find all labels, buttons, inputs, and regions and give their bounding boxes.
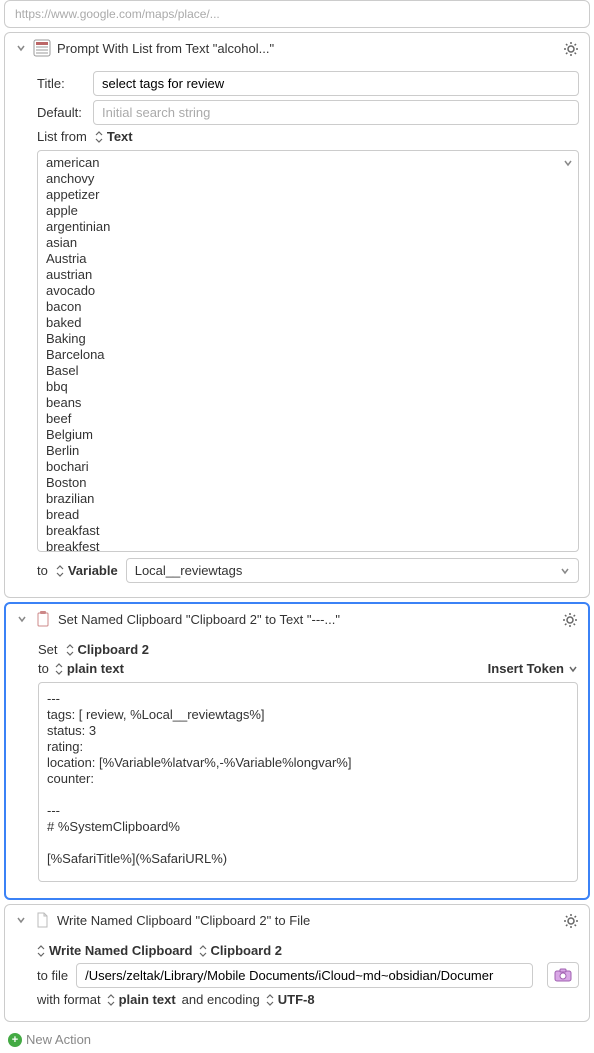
list-items-container[interactable]: americananchovyappetizerappleargentinian… xyxy=(38,151,578,551)
file-picker-button[interactable] xyxy=(547,962,579,988)
updown-icon xyxy=(95,131,103,143)
truncated-action-top: https://www.google.com/maps/place/... xyxy=(4,0,590,28)
list-item: argentinian xyxy=(46,219,570,235)
plus-icon: + xyxy=(8,1033,22,1047)
encoding-label: and encoding xyxy=(182,992,260,1007)
list-item: austrian xyxy=(46,267,570,283)
camera-icon xyxy=(554,968,572,982)
to-value: Variable xyxy=(68,563,118,578)
list-item: brazilian xyxy=(46,491,570,507)
action-title: Set Named Clipboard "Clipboard 2" to Tex… xyxy=(58,612,340,627)
panel-header: Prompt With List from Text "alcohol..." xyxy=(5,33,589,63)
list-item: baked xyxy=(46,315,570,331)
list-item: appetizer xyxy=(46,187,570,203)
list-from-value: Text xyxy=(107,129,133,144)
new-action-button[interactable]: + New Action xyxy=(4,1026,590,1053)
variable-value: Local__reviewtags xyxy=(135,563,243,578)
updown-icon xyxy=(266,994,274,1006)
updown-icon xyxy=(56,565,64,577)
list-item: Austria xyxy=(46,251,570,267)
list-item: bbq xyxy=(46,379,570,395)
truncated-text: https://www.google.com/maps/place/... xyxy=(15,7,220,21)
variable-select[interactable]: Local__reviewtags xyxy=(126,558,579,583)
list-prompt-icon xyxy=(33,39,51,57)
chevron-down-icon[interactable] xyxy=(562,157,574,169)
updown-icon xyxy=(37,945,45,957)
set-label: Set xyxy=(38,642,58,657)
insert-token-button[interactable]: Insert Token xyxy=(488,661,578,676)
panel-header: Write Named Clipboard "Clipboard 2" to F… xyxy=(5,905,589,935)
action-title: Write Named Clipboard "Clipboard 2" to F… xyxy=(57,913,310,928)
list-item: asian xyxy=(46,235,570,251)
list-from-label: List from xyxy=(37,129,87,144)
clipboard-selector[interactable]: Clipboard 2 xyxy=(66,642,150,657)
format-selector[interactable]: plain text xyxy=(107,992,176,1007)
clipboard-value: Clipboard 2 xyxy=(78,642,150,657)
gear-icon[interactable] xyxy=(561,39,581,59)
write-action-selector[interactable]: Write Named Clipboard xyxy=(37,943,193,958)
panel-body: Set Clipboard 2 to plain text Insert To xyxy=(6,634,588,898)
text-content-area[interactable]: --- tags: [ review, %Local__reviewtags%]… xyxy=(38,682,578,882)
clipboard-icon xyxy=(34,610,52,628)
list-item: anchovy xyxy=(46,171,570,187)
list-item: american xyxy=(46,155,570,171)
list-item: apple xyxy=(46,203,570,219)
to-label: to xyxy=(38,661,49,676)
list-item: breakfest xyxy=(46,539,570,551)
format-value: plain text xyxy=(119,992,176,1007)
format-value: plain text xyxy=(67,661,124,676)
updown-icon xyxy=(199,945,207,957)
action-set-named-clipboard: Set Named Clipboard "Clipboard 2" to Tex… xyxy=(4,602,590,900)
panel-body: Title: Default: List from Text americana… xyxy=(5,63,589,597)
title-input[interactable] xyxy=(93,71,579,96)
default-field-label: Default: xyxy=(37,105,85,120)
action-write-clipboard-to-file: Write Named Clipboard "Clipboard 2" to F… xyxy=(4,904,590,1022)
updown-icon xyxy=(55,663,63,675)
list-item: beef xyxy=(46,411,570,427)
list-item: breakfast xyxy=(46,523,570,539)
to-selector[interactable]: Variable xyxy=(56,563,118,578)
encoding-selector[interactable]: UTF-8 xyxy=(266,992,315,1007)
format-selector[interactable]: plain text xyxy=(55,661,124,676)
new-action-label: New Action xyxy=(26,1032,91,1047)
panel-body: Write Named Clipboard Clipboard 2 to fil… xyxy=(5,935,589,1021)
clipboard-source-value: Clipboard 2 xyxy=(211,943,283,958)
action-prompt-with-list: Prompt With List from Text "alcohol..." … xyxy=(4,32,590,598)
list-item: bread xyxy=(46,507,570,523)
gear-icon[interactable] xyxy=(560,610,580,630)
encoding-value: UTF-8 xyxy=(278,992,315,1007)
list-item: Berlin xyxy=(46,443,570,459)
gear-icon[interactable] xyxy=(561,911,581,931)
disclosure-chevron[interactable] xyxy=(15,914,27,926)
list-item: Baking xyxy=(46,331,570,347)
panel-header: Set Named Clipboard "Clipboard 2" to Tex… xyxy=(6,604,588,634)
title-field-label: Title: xyxy=(37,76,85,91)
file-path-input[interactable] xyxy=(76,963,533,988)
list-item: Barcelona xyxy=(46,347,570,363)
insert-token-label: Insert Token xyxy=(488,661,564,676)
write-action-value: Write Named Clipboard xyxy=(49,943,193,958)
list-item: beans xyxy=(46,395,570,411)
disclosure-chevron[interactable] xyxy=(16,613,28,625)
tofile-label: to file xyxy=(37,968,68,983)
list-textbox[interactable]: americananchovyappetizerappleargentinian… xyxy=(37,150,579,552)
action-title: Prompt With List from Text "alcohol..." xyxy=(57,41,274,56)
to-label: to xyxy=(37,563,48,578)
file-icon xyxy=(33,911,51,929)
list-from-selector[interactable]: Text xyxy=(95,129,133,144)
default-input[interactable] xyxy=(93,100,579,125)
list-item: Basel xyxy=(46,363,570,379)
updown-icon xyxy=(66,644,74,656)
list-item: avocado xyxy=(46,283,570,299)
list-item: bacon xyxy=(46,299,570,315)
disclosure-chevron[interactable] xyxy=(15,42,27,54)
format-label: with format xyxy=(37,992,101,1007)
list-item: Belgium xyxy=(46,427,570,443)
chevron-down-icon xyxy=(568,664,578,674)
updown-icon xyxy=(107,994,115,1006)
chevron-down-icon xyxy=(560,566,570,576)
clipboard-source-selector[interactable]: Clipboard 2 xyxy=(199,943,283,958)
list-item: Boston xyxy=(46,475,570,491)
list-item: bochari xyxy=(46,459,570,475)
